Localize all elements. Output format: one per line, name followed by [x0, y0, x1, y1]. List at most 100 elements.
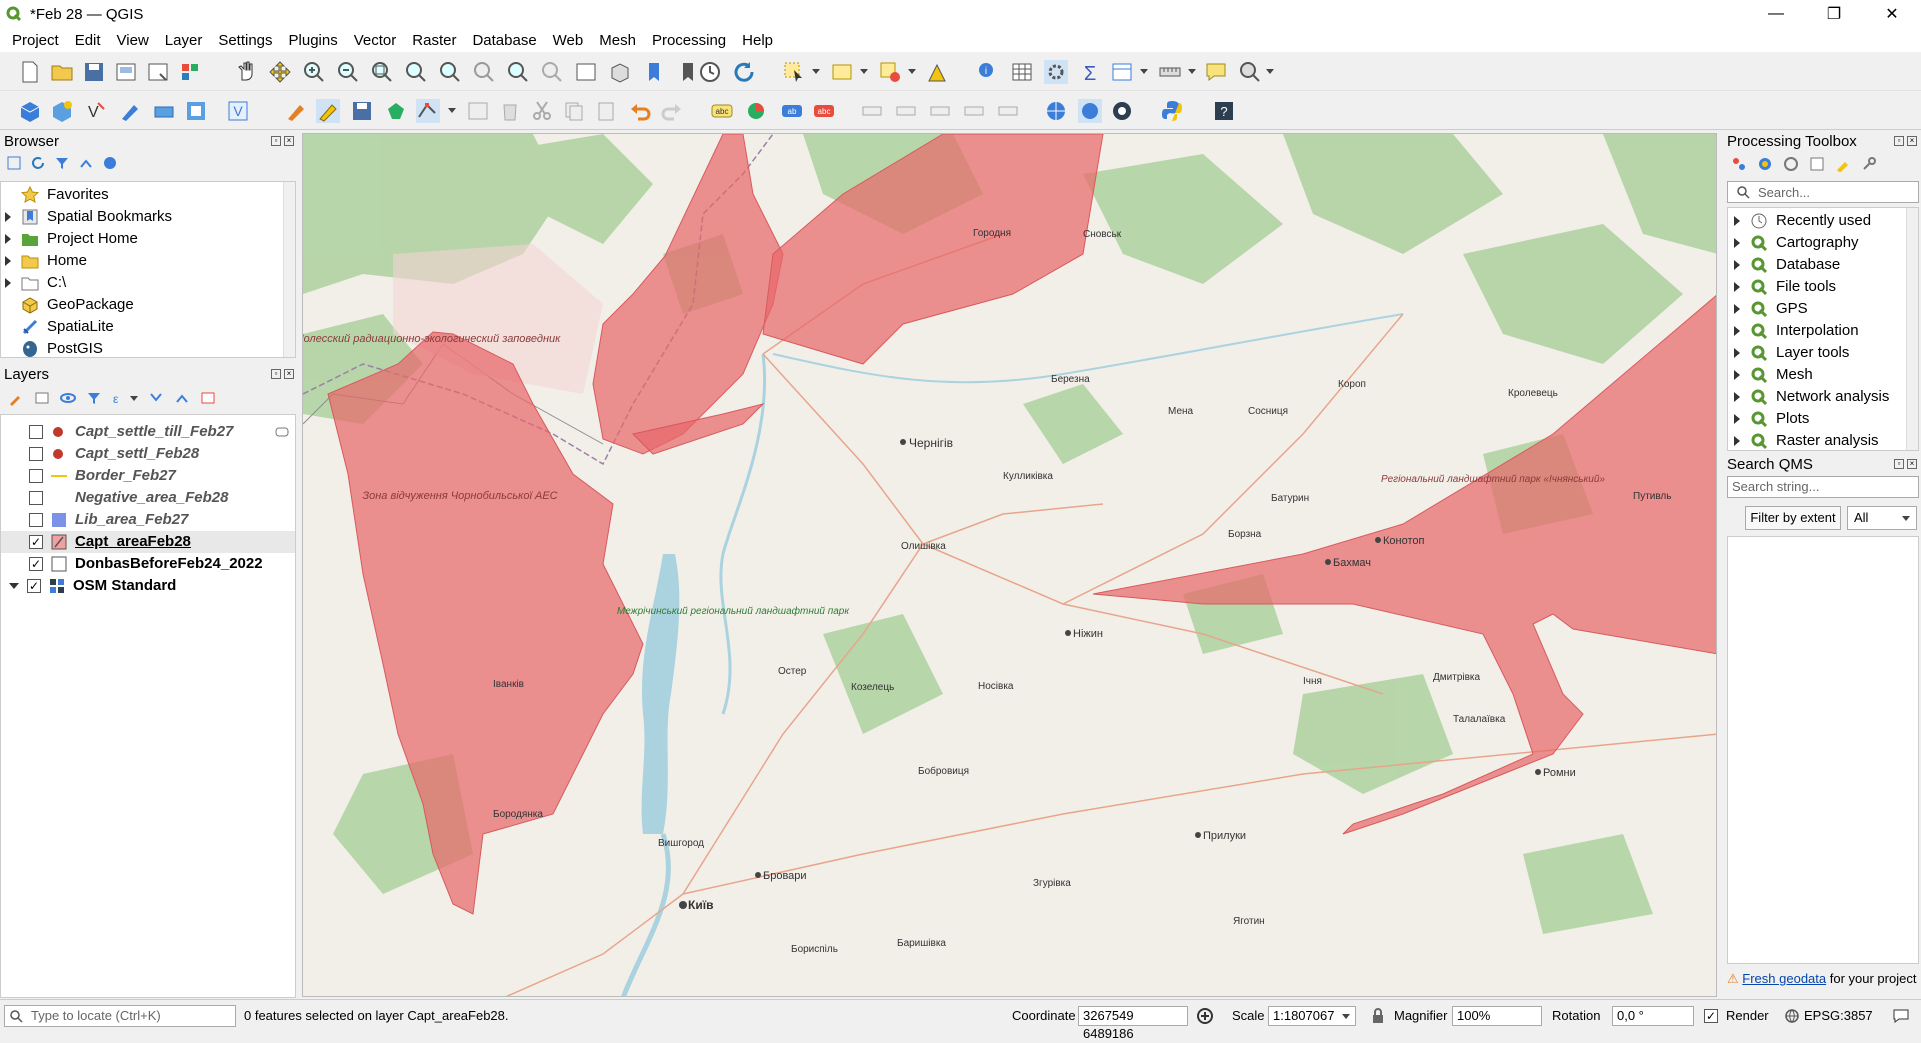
menu-plugins[interactable]: Plugins	[281, 32, 346, 49]
new-geopackage-layer-icon[interactable]	[50, 99, 74, 123]
add-selected-layers-icon[interactable]	[6, 155, 22, 171]
map-canvas[interactable]: Полесский радиационно-экологический запо…	[302, 133, 1717, 997]
style-panel-icon[interactable]	[8, 390, 24, 406]
pan-to-selection-icon[interactable]	[268, 60, 292, 84]
menu-settings[interactable]: Settings	[210, 32, 280, 49]
results-viewer-icon[interactable]	[1809, 156, 1825, 172]
maximize-button[interactable]: ❐	[1805, 0, 1863, 28]
show-bookmarks-icon[interactable]	[676, 60, 700, 84]
vertex-tool-icon[interactable]	[416, 99, 440, 123]
layer-row-selected[interactable]: ✓ Capt_areaFeb28	[1, 531, 295, 553]
select-location-icon[interactable]	[926, 60, 950, 84]
remove-layer-icon[interactable]	[200, 390, 216, 406]
toolbox-item[interactable]: Layer tools	[1734, 342, 1849, 364]
deselect-icon[interactable]	[878, 60, 902, 84]
layer-row[interactable]: Capt_settle_till_Feb27	[29, 421, 293, 443]
close-panel-icon[interactable]: ×	[284, 136, 294, 146]
delete-selected-icon[interactable]	[498, 99, 522, 123]
redo-icon[interactable]	[660, 99, 684, 123]
new-spatialite-icon[interactable]	[152, 99, 176, 123]
close-panel-icon[interactable]: ×	[1907, 136, 1917, 146]
help-contents-icon[interactable]: ?	[1212, 99, 1236, 123]
show-hide-labels-icon[interactable]	[962, 99, 986, 123]
layer-row[interactable]: ✓ DonbasBeforeFeb24_2022	[29, 553, 263, 575]
attribute-table-icon[interactable]	[1010, 60, 1034, 84]
float-panel-icon[interactable]: ▫	[271, 136, 281, 146]
identify-icon[interactable]: i	[976, 60, 1000, 84]
rotation-spinbox[interactable]: 0,0 °	[1612, 1006, 1694, 1026]
toolbox-item[interactable]: Network analysis	[1734, 386, 1889, 408]
rotate-label-icon[interactable]	[894, 99, 918, 123]
layer-visibility-checkbox[interactable]	[29, 425, 43, 439]
float-panel-icon[interactable]: ▫	[271, 369, 281, 379]
add-delimited-text-icon[interactable]: V	[84, 99, 108, 123]
layout-manager-icon[interactable]	[146, 60, 170, 84]
coordinate-input[interactable]: 3267549 6489186	[1078, 1006, 1188, 1041]
layer-visibility-checkbox[interactable]	[29, 469, 43, 483]
expand-all-icon[interactable]	[148, 390, 164, 406]
toolbox-item[interactable]: Recently used	[1734, 210, 1871, 232]
browser-scrollbar[interactable]	[283, 182, 295, 357]
browser-item-geopackage[interactable]: GeoPackage	[5, 294, 134, 316]
messages-icon[interactable]	[1892, 1008, 1910, 1024]
qms-search-icon[interactable]	[1078, 99, 1102, 123]
qms-search-input[interactable]: Search string...	[1727, 476, 1919, 498]
zoom-native-icon[interactable]	[472, 60, 496, 84]
filter-browser-icon[interactable]	[54, 155, 70, 171]
browser-item-favorites[interactable]: Favorites	[5, 184, 109, 206]
layer-row[interactable]: ✓ OSM Standard	[9, 575, 176, 597]
zoom-full-icon[interactable]	[370, 60, 394, 84]
change-label-icon[interactable]	[928, 99, 952, 123]
toolbox-item[interactable]: Cartography	[1734, 232, 1859, 254]
zoom-next-icon[interactable]	[540, 60, 564, 84]
label-properties-icon[interactable]	[996, 99, 1020, 123]
add-polygon-feature-icon[interactable]	[384, 99, 408, 123]
layer-visibility-checkbox[interactable]: ✓	[27, 579, 41, 593]
filter-by-extent-button[interactable]: Filter by extent	[1745, 506, 1841, 530]
new-vector-layer-icon[interactable]: V	[226, 99, 250, 123]
toolbox-item[interactable]: Raster analysis	[1734, 430, 1879, 450]
toolbox-item[interactable]: Database	[1734, 254, 1840, 276]
filter-legend-icon[interactable]	[86, 390, 102, 406]
statistics-sum-icon[interactable]: Σ	[1078, 60, 1102, 84]
select-features-icon[interactable]	[782, 60, 806, 84]
qms-filter-select[interactable]: All	[1847, 506, 1917, 530]
edit-features-in-place-icon[interactable]	[1835, 156, 1851, 172]
close-button[interactable]: ✕	[1863, 0, 1921, 28]
add-group-icon[interactable]	[34, 390, 50, 406]
manage-map-themes-icon[interactable]	[60, 390, 76, 406]
locator-search-input[interactable]: Type to locate (Ctrl+K)	[4, 1005, 236, 1027]
pan-map-icon[interactable]	[234, 60, 258, 84]
move-label-icon[interactable]	[860, 99, 884, 123]
browser-item-spatialite[interactable]: SpatiaLite	[5, 316, 114, 338]
new-print-layout-icon[interactable]	[114, 60, 138, 84]
menu-help[interactable]: Help	[734, 32, 781, 49]
layer-visibility-checkbox[interactable]	[29, 491, 43, 505]
crs-button[interactable]: EPSG:3857	[1804, 1006, 1873, 1026]
layer-filter-icon[interactable]	[275, 427, 289, 437]
new-virtual-layer-icon[interactable]	[184, 99, 208, 123]
cut-features-icon[interactable]	[530, 99, 554, 123]
locator-filter-icon[interactable]	[1238, 60, 1262, 84]
close-panel-icon[interactable]: ×	[284, 369, 294, 379]
models-icon[interactable]	[1731, 156, 1747, 172]
toggle-extents-icon[interactable]	[1196, 1007, 1214, 1025]
toolbox-item[interactable]: Mesh	[1734, 364, 1813, 386]
layer-visibility-checkbox[interactable]	[29, 447, 43, 461]
layer-row[interactable]: Negative_area_Feb28	[29, 487, 228, 509]
menu-vector[interactable]: Vector	[346, 32, 405, 49]
map-tips-icon[interactable]	[1204, 60, 1228, 84]
menu-project[interactable]: Project	[4, 32, 67, 49]
scripts-icon[interactable]	[1757, 156, 1773, 172]
paste-features-icon[interactable]	[594, 99, 618, 123]
data-source-manager-icon[interactable]	[18, 99, 42, 123]
toolbox-item[interactable]: Plots	[1734, 408, 1809, 430]
scale-combobox[interactable]: 1:1807067	[1268, 1006, 1356, 1026]
select-by-value-icon[interactable]	[830, 60, 854, 84]
properties-info-icon[interactable]	[102, 155, 118, 171]
toolbox-item[interactable]: File tools	[1734, 276, 1836, 298]
diagram-options-icon[interactable]	[744, 99, 768, 123]
new-bookmark-icon[interactable]	[642, 60, 666, 84]
zoom-to-selection-icon[interactable]	[404, 60, 428, 84]
label-toolbar-icon[interactable]: abc	[710, 99, 734, 123]
